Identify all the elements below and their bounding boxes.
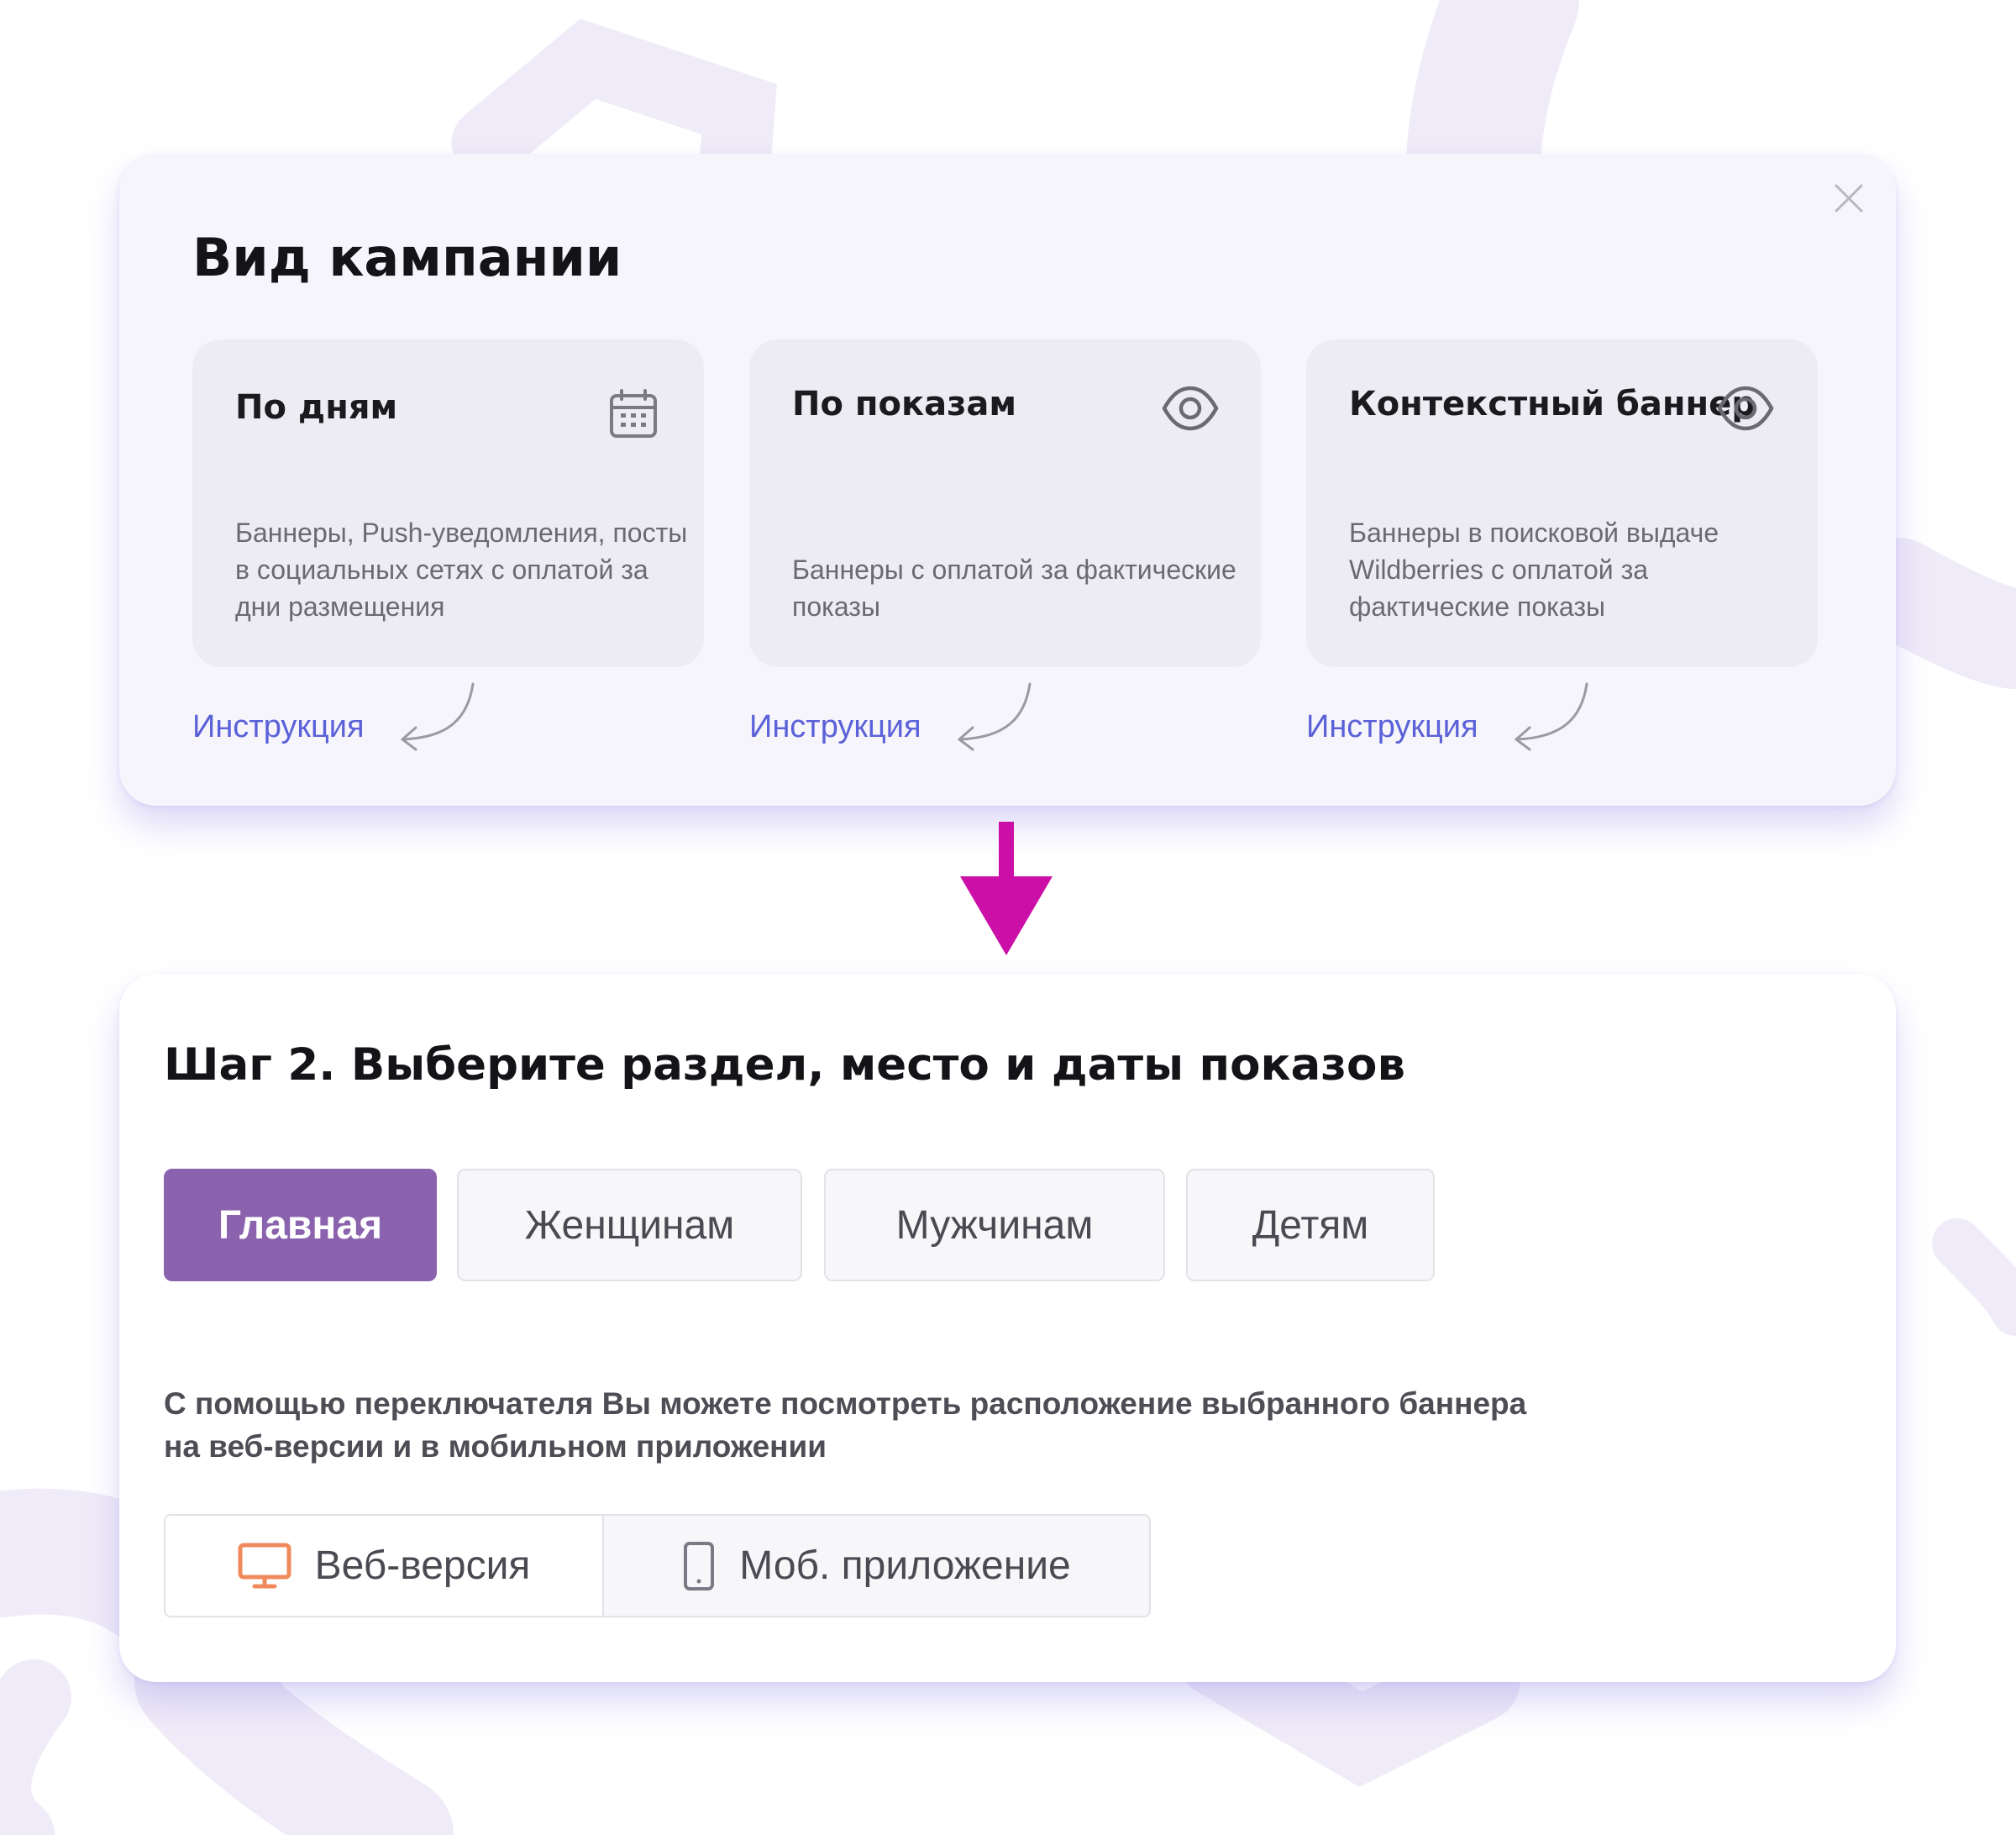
monitor-icon <box>238 1543 291 1588</box>
card-description: Баннеры в поисковой выдаче Wildberries с… <box>1349 518 1719 622</box>
helper-text: С помощью переключателя Вы можете посмот… <box>164 1382 1642 1468</box>
curved-arrow-icon <box>401 682 475 751</box>
eye-icon <box>1162 386 1219 431</box>
curved-arrow-icon <box>1515 682 1588 751</box>
close-icon[interactable] <box>1833 182 1865 214</box>
view-toggle: Веб-версия Моб. приложение <box>164 1514 1151 1617</box>
web-version-toggle[interactable]: Веб-версия <box>165 1516 604 1616</box>
curved-arrow-icon <box>958 682 1032 751</box>
card-description: Баннеры с оплатой за фактические показы <box>792 555 1236 622</box>
calendar-icon <box>610 389 657 438</box>
campaign-card-context-banner[interactable]: Контекстный баннер Баннеры в поисковой в… <box>1306 339 1818 667</box>
helper-text-line: на веб-версии и в мобильном приложении <box>164 1429 827 1464</box>
card-title: Контекстный баннер <box>1349 385 1756 423</box>
down-arrow-icon <box>960 822 1053 955</box>
toggle-label: Моб. приложение <box>739 1543 1071 1588</box>
toggle-label: Веб-версия <box>314 1543 531 1588</box>
card-title: По показам <box>792 385 1017 423</box>
tab-main[interactable]: Главная <box>164 1169 437 1281</box>
campaign-card-by-impressions[interactable]: По показам Баннеры с оплатой за фактичес… <box>749 339 1261 667</box>
card-description: Баннеры, Push-уведомления, посты в социа… <box>235 518 688 622</box>
instruction-link-by-impressions[interactable]: Инструкция <box>749 709 921 745</box>
card-title: По дням <box>235 388 398 427</box>
helper-text-line: С помощью переключателя Вы можете посмот… <box>164 1386 1527 1421</box>
eye-icon <box>1717 386 1774 431</box>
smartphone-icon <box>684 1541 715 1591</box>
tab-women[interactable]: Женщинам <box>457 1169 802 1281</box>
campaign-card-by-days[interactable]: По дням Баннеры, Push-уведомления, посты… <box>192 339 704 667</box>
instruction-link-context-banner[interactable]: Инструкция <box>1306 709 1478 745</box>
tab-kids[interactable]: Детям <box>1186 1169 1435 1281</box>
tab-men[interactable]: Мужчинам <box>824 1169 1165 1281</box>
step-title: Шаг 2. Выберите раздел, место и даты пок… <box>164 1039 1405 1091</box>
instruction-link-by-days[interactable]: Инструкция <box>192 709 365 745</box>
mobile-app-toggle[interactable]: Моб. приложение <box>604 1516 1149 1616</box>
page-title: Вид кампании <box>192 227 622 288</box>
